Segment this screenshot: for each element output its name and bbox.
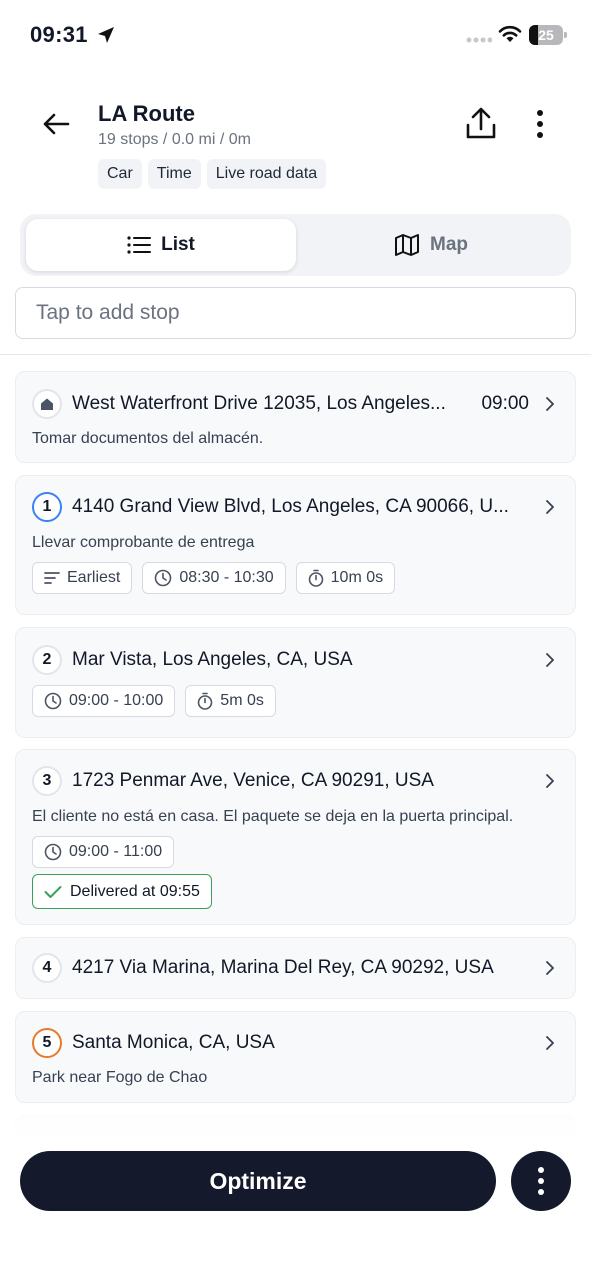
time-window-chip: 09:00 - 10:00: [32, 685, 176, 717]
time-window-label: 09:00 - 11:00: [69, 843, 163, 860]
duration-chip: 5m 0s: [185, 685, 276, 717]
clock-icon: [44, 843, 62, 861]
add-stop-input[interactable]: [15, 287, 576, 339]
stop-chips: 09:00 - 10:00 5m 0s: [32, 685, 276, 717]
route-tags: Car Time Live road data: [98, 159, 327, 189]
stop-arrival-time: 09:00: [481, 393, 529, 414]
delivered-label: Delivered at 09:55: [70, 882, 200, 900]
more-vertical-icon: [538, 1167, 544, 1195]
stop-number-badge: 4: [32, 953, 62, 983]
stop-note: Tomar documentos del almacén.: [32, 430, 264, 447]
share-button[interactable]: [460, 103, 502, 145]
map-icon: [395, 234, 419, 256]
stop-card-4[interactable]: 4 4217 Via Marina, Marina Del Rey, CA 90…: [15, 937, 576, 999]
map-tab-label: Map: [430, 234, 468, 255]
stop-address: 4217 Via Marina, Marina Del Rey, CA 9029…: [72, 957, 494, 978]
more-actions-button[interactable]: [511, 1151, 571, 1211]
location-arrow-icon: [98, 27, 114, 43]
chevron-right-icon: [546, 500, 554, 514]
stop-card-3[interactable]: 3 1723 Penmar Ave, Venice, CA 90291, USA…: [15, 749, 576, 925]
stop-number-badge: 3: [32, 766, 62, 796]
route-summary: 19 stops / 0.0 mi / 0m: [98, 131, 251, 148]
stop-card-start[interactable]: West Waterfront Drive 12035, Los Angeles…: [15, 371, 576, 463]
tag-live-road-data[interactable]: Live road data: [206, 159, 327, 189]
chevron-right-icon: [546, 961, 554, 975]
duration-label: 5m 0s: [220, 692, 264, 709]
duration-label: 10m 0s: [330, 569, 384, 586]
stop-card-2[interactable]: 2 Mar Vista, Los Angeles, CA, USA 09:00 …: [15, 627, 576, 738]
chevron-right-icon: [546, 1036, 554, 1050]
wifi-icon: [498, 25, 522, 42]
arrow-left-icon: [43, 113, 70, 135]
tag-vehicle[interactable]: Car: [98, 159, 142, 189]
status-bar: 09:31 25: [0, 0, 591, 70]
clock-icon: [44, 692, 62, 710]
stop-chips: 09:00 - 11:00: [32, 836, 175, 868]
stop-address: 1723 Penmar Ave, Venice, CA 90291, USA: [72, 770, 434, 791]
divider: [0, 354, 591, 355]
chevron-right-icon: [546, 653, 554, 667]
stop-number-badge: 2: [32, 645, 62, 675]
stop-card-5[interactable]: 5 Santa Monica, CA, USA Park near Fogo d…: [15, 1011, 576, 1103]
stop-card-1[interactable]: 1 4140 Grand View Blvd, Los Angeles, CA …: [15, 475, 576, 615]
status-time: 09:31: [30, 22, 88, 47]
time-window-chip: 09:00 - 11:00: [32, 836, 175, 868]
view-toggle: List Map: [20, 214, 571, 276]
home-indicator: [213, 1262, 378, 1267]
tag-optimize-by[interactable]: Time: [147, 159, 201, 189]
stop-chips: Earliest 08:30 - 10:30 10m 0s: [32, 562, 396, 594]
duration-chip: 10m 0s: [295, 562, 396, 594]
priority-label: Earliest: [67, 569, 121, 586]
back-button[interactable]: [36, 104, 76, 144]
time-window-label: 09:00 - 10:00: [69, 692, 164, 709]
more-vertical-icon: [537, 110, 543, 138]
time-window-chip: 08:30 - 10:30: [142, 562, 286, 594]
stop-note: El cliente no está en casa. El paquete s…: [32, 808, 514, 825]
stop-note: Llevar comprobante de entrega: [32, 534, 255, 551]
start-badge: [32, 389, 62, 419]
clock-icon: [155, 569, 172, 587]
stop-address: Mar Vista, Los Angeles, CA, USA: [72, 649, 353, 670]
list-fade: [0, 1112, 591, 1142]
list-view-tab[interactable]: List: [26, 219, 296, 271]
battery-percent: 25: [538, 27, 554, 43]
stop-address: West Waterfront Drive 12035, Los Angeles…: [72, 393, 446, 414]
battery-icon: 25: [529, 25, 567, 45]
map-view-tab[interactable]: Map: [296, 219, 566, 271]
stop-address: 4140 Grand View Blvd, Los Angeles, CA 90…: [72, 496, 509, 517]
list-tab-label: List: [161, 234, 195, 255]
optimize-button[interactable]: Optimize: [20, 1151, 496, 1211]
stop-note: Park near Fogo de Chao: [32, 1069, 208, 1086]
stop-address: Santa Monica, CA, USA: [72, 1032, 275, 1053]
delivered-status-badge: Delivered at 09:55: [32, 874, 212, 909]
priority-chip: Earliest: [32, 562, 133, 594]
stop-number-badge: 5: [32, 1028, 62, 1058]
route-title: LA Route: [98, 101, 195, 126]
sort-lines-icon: [44, 572, 60, 584]
checkmark-icon: [44, 885, 62, 898]
home-icon: [41, 398, 53, 410]
list-icon: [127, 236, 152, 254]
stopwatch-icon: [197, 692, 213, 710]
stopwatch-icon: [308, 569, 323, 587]
stop-number-badge: 1: [32, 492, 62, 522]
time-window-label: 08:30 - 10:30: [179, 569, 274, 586]
cellular-signal-icon: [466, 37, 492, 43]
more-options-button[interactable]: [520, 103, 560, 145]
chevron-right-icon: [546, 774, 554, 788]
chevron-right-icon: [546, 397, 554, 411]
share-upload-icon: [466, 107, 496, 139]
